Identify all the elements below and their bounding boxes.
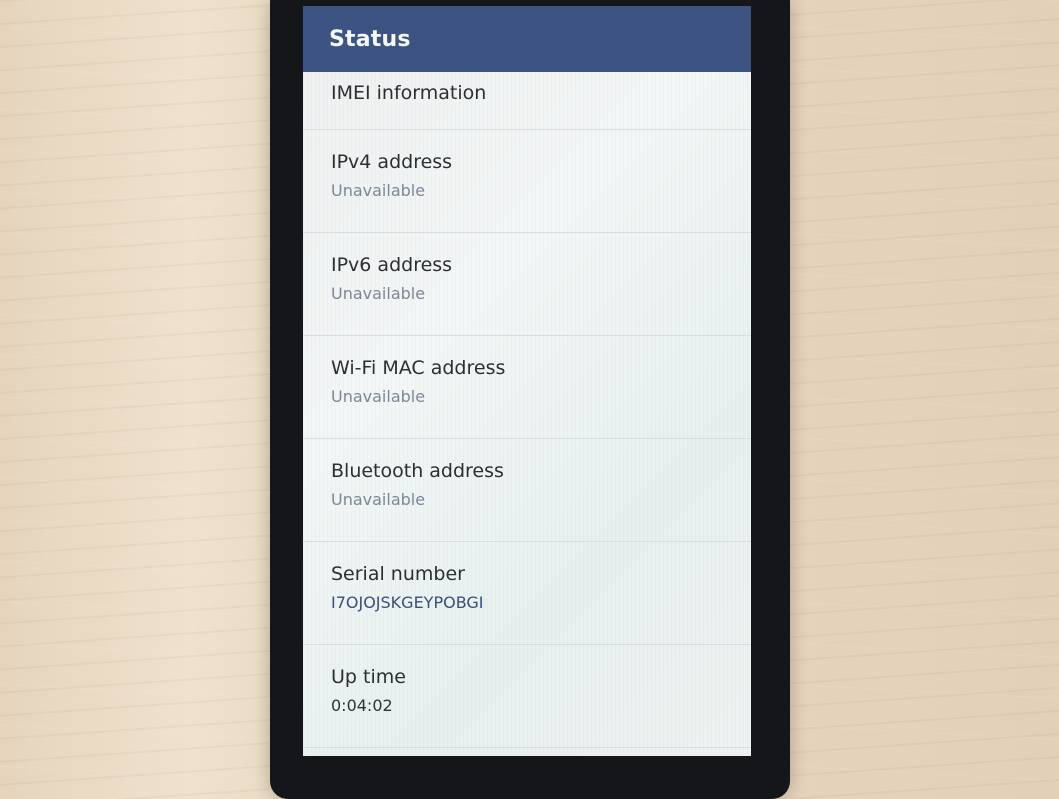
item-title: IPv4 address [331, 151, 453, 173]
item-summary: I7OJOJSKGEYPOBGI [331, 593, 484, 612]
item-summary: Unavailable [331, 181, 426, 200]
settings-item-serial-number[interactable]: Serial number I7OJOJSKGEYPOBGI [303, 542, 751, 645]
settings-item-bluetooth-address[interactable]: Bluetooth address Unavailable [303, 439, 751, 542]
settings-item-ipv4-address[interactable]: IPv4 address Unavailable [303, 130, 751, 233]
item-title: IMEI information [331, 82, 487, 104]
status-app-bar: Status [303, 6, 751, 72]
item-summary: Unavailable [331, 387, 426, 406]
settings-item-wifi-mac-address[interactable]: Wi-Fi MAC address Unavailable [303, 336, 751, 439]
settings-item-up-time[interactable]: Up time 0:04:02 [303, 645, 751, 748]
item-title: Up time [331, 666, 406, 688]
item-summary: Unavailable [331, 490, 426, 509]
settings-item-ipv6-address[interactable]: IPv6 address Unavailable [303, 233, 751, 336]
item-summary: 0:04:02 [331, 696, 393, 715]
settings-item-imei-information[interactable]: IMEI information [303, 72, 751, 130]
item-title: Serial number [331, 563, 465, 585]
status-settings-list: IMEI information IPv4 address Unavailabl… [303, 72, 751, 748]
item-summary: Unavailable [331, 284, 426, 303]
page-title: Status [329, 26, 411, 52]
item-title: Wi-Fi MAC address [331, 357, 506, 379]
phone-screen: Status IMEI information IPv4 address Una… [303, 6, 751, 756]
item-title: IPv6 address [331, 254, 453, 276]
phone-bottom-bezel [303, 756, 751, 799]
item-title: Bluetooth address [331, 460, 504, 482]
